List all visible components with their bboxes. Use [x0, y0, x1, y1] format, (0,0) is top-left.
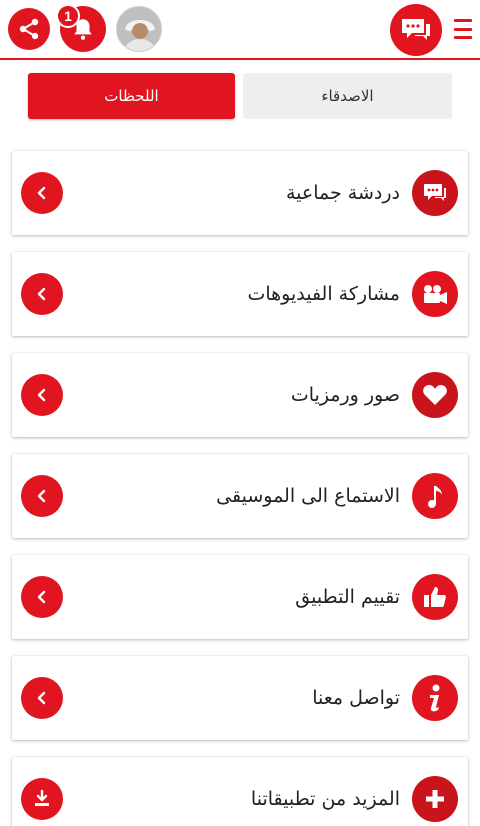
chevron-left-icon[interactable]: [21, 576, 63, 618]
plus-icon: [412, 776, 458, 822]
share-icon: [19, 18, 39, 40]
info-icon: [412, 675, 458, 721]
menu-item-music[interactable]: الاستماع الى الموسيقى: [12, 454, 468, 538]
menu-item-label: تقييم التطبيق: [295, 586, 400, 608]
chevron-left-icon[interactable]: [21, 475, 63, 517]
menu-item-label: المزيد من تطبيقاتنا: [250, 788, 400, 810]
chevron-left-icon[interactable]: [21, 677, 63, 719]
menu-item-label: تواصل معنا: [312, 687, 400, 709]
menu-item-group-chat[interactable]: دردشة جماعية: [12, 151, 468, 235]
menu-item-photos[interactable]: صور ورمزيات: [12, 353, 468, 437]
menu-line: [454, 19, 472, 22]
tab-friends[interactable]: الاصدقاء: [243, 73, 452, 119]
tab-bar: اللحظات الاصدقاء: [28, 73, 452, 119]
chat-icon: [412, 170, 458, 216]
menu-item-label: الاستماع الى الموسيقى: [216, 485, 400, 507]
tab-moments[interactable]: اللحظات: [28, 73, 235, 119]
download-icon[interactable]: [21, 778, 63, 820]
share-button[interactable]: [8, 8, 50, 50]
music-note-icon: [412, 473, 458, 519]
menu-item-label: صور ورمزيات: [290, 384, 400, 406]
menu-line: [454, 36, 472, 39]
heart-icon: [412, 372, 458, 418]
chevron-left-icon[interactable]: [21, 374, 63, 416]
menu-item-video-sharing[interactable]: مشاركة الفيديوهات: [12, 252, 468, 336]
menu-item-rate-app[interactable]: تقييم التطبيق: [12, 555, 468, 639]
menu-item-contact-us[interactable]: تواصل معنا: [12, 656, 468, 740]
menu-item-label: مشاركة الفيديوهات: [247, 283, 400, 305]
app-logo: [390, 4, 442, 56]
avatar-image: [117, 7, 161, 51]
user-avatar[interactable]: [116, 6, 162, 52]
menu-item-more-apps[interactable]: المزيد من تطبيقاتنا: [12, 757, 468, 826]
top-bar: 1: [0, 0, 480, 60]
chat-bubbles-icon: [402, 19, 430, 40]
thumbs-up-icon: [412, 574, 458, 620]
notification-count-badge: 1: [56, 4, 80, 28]
menu-item-label: دردشة جماعية: [285, 182, 400, 204]
menu-line: [454, 27, 472, 31]
video-camera-icon: [412, 271, 458, 317]
chevron-left-icon[interactable]: [21, 273, 63, 315]
hamburger-menu-icon[interactable]: [452, 14, 474, 44]
chevron-left-icon[interactable]: [21, 172, 63, 214]
